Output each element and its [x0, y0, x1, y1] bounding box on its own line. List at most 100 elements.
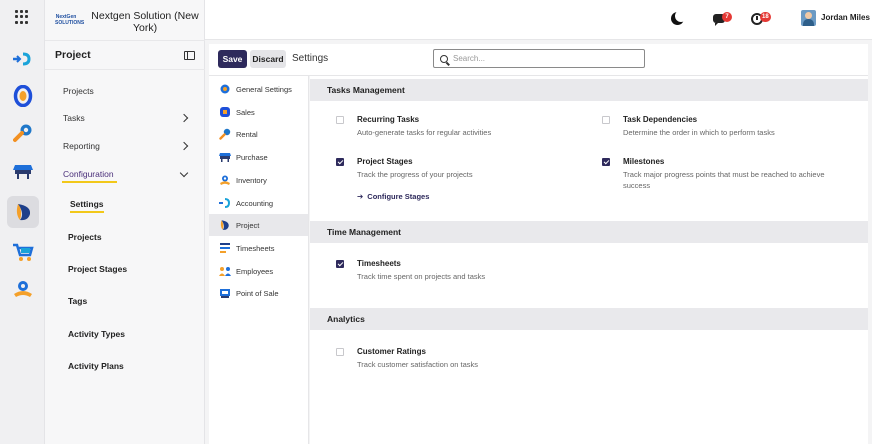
point-of-sale-icon — [218, 151, 231, 164]
breadcrumb: Settings — [292, 53, 329, 64]
setting-title: Project Stages — [357, 157, 413, 166]
rail-app-employees[interactable] — [7, 273, 39, 305]
sidebar-subitem-projects[interactable]: Projects — [68, 230, 102, 244]
task-dependencies-checkbox[interactable] — [602, 116, 610, 124]
setting-title: Milestones — [623, 157, 665, 166]
setting-description: Determine the order in which to perform … — [623, 128, 775, 137]
section-analytics: Analytics — [310, 308, 868, 330]
chevron-right-icon — [179, 141, 189, 151]
settings-app-label: Sales — [236, 107, 255, 117]
settings-app-label: General Settings — [236, 84, 292, 94]
setting-title: Timesheets — [357, 259, 401, 268]
sidebar-subitem-label: Project Stages — [68, 264, 128, 274]
settings-app-label: Point of Sale — [236, 288, 279, 298]
apps-menu-icon[interactable] — [15, 10, 29, 24]
accounting-icon — [13, 52, 31, 66]
settings-app-project[interactable]: Project — [209, 214, 308, 236]
company-logo: NextGen SOLUTIONS — [55, 14, 85, 26]
configure-stages-link[interactable]: ➔ Configure Stages — [357, 192, 429, 201]
accounting-icon — [218, 197, 231, 210]
settings-app-label: Rental — [236, 129, 258, 139]
search-icon — [440, 54, 448, 63]
settings-app-label: Employees — [236, 266, 274, 276]
sidebar: NextGen SOLUTIONS Nextgen Solution (New … — [45, 0, 205, 444]
settings-app-general-settings[interactable]: General Settings — [209, 78, 308, 100]
sidebar-item-label: Reporting — [63, 141, 100, 151]
sidebar-header: Project — [45, 40, 205, 70]
settings-app-point-of-sale[interactable]: Point of Sale — [209, 282, 308, 304]
setting-description: Auto-generate tasks for regular activiti… — [357, 128, 492, 137]
chevron-right-icon — [179, 113, 189, 123]
topbar: 7 18 Jordan Miles — [205, 0, 872, 40]
wrench-icon — [13, 124, 32, 142]
timesheets-checkbox[interactable] — [336, 260, 344, 268]
discard-button[interactable]: Discard — [250, 50, 286, 68]
rail-app-point-of-sale[interactable] — [7, 155, 39, 187]
rail-app-purchase[interactable] — [7, 236, 39, 268]
rail-app-timesheets[interactable] — [7, 80, 39, 112]
employees-icon — [14, 281, 32, 297]
company-name: Nextgen Solution (New York) — [91, 10, 199, 34]
wrench-icon — [218, 128, 231, 141]
user-name[interactable]: Jordan Miles — [821, 13, 870, 22]
sidebar-subitem-label: Projects — [68, 232, 102, 242]
project-stages-checkbox[interactable] — [336, 158, 344, 166]
setting-title: Task Dependencies — [623, 115, 698, 124]
recurring-tasks-checkbox[interactable] — [336, 116, 344, 124]
rail-app-project[interactable] — [7, 196, 39, 228]
settings-content: Tasks Management Recurring Tasks Auto-ge… — [310, 76, 868, 444]
sidebar-item-configuration[interactable]: Configuration — [45, 165, 205, 183]
configure-stages-label: Configure Stages — [367, 192, 430, 201]
rail-app-accounting[interactable] — [7, 43, 39, 75]
settings-app-purchase[interactable]: Purchase — [209, 146, 308, 168]
setting-description: Track the progress of your projects — [357, 170, 473, 179]
sidebar-item-reporting[interactable]: Reporting — [45, 137, 205, 155]
sidebar-item-tasks[interactable]: Tasks — [45, 109, 205, 127]
company-switcher[interactable]: NextGen SOLUTIONS Nextgen Solution (New … — [55, 10, 203, 34]
app-rail — [0, 0, 45, 444]
settings-app-label: Inventory — [236, 175, 267, 185]
settings-app-sales[interactable]: Sales — [209, 101, 308, 123]
avatar[interactable] — [801, 10, 816, 26]
sidebar-item-projects[interactable]: Projects — [45, 82, 205, 100]
app-window: NextGen SOLUTIONS Nextgen Solution (New … — [0, 0, 872, 444]
sidebar-subitem-settings[interactable]: Settings — [70, 197, 104, 213]
toggle-sidebar-icon[interactable] — [184, 50, 195, 60]
timesheets-icon — [13, 85, 33, 107]
sidebar-subitem-label: Tags — [68, 296, 88, 306]
activities-badge: 18 — [760, 12, 771, 22]
messages-badge: 7 — [722, 12, 732, 22]
employees-icon — [218, 265, 231, 278]
arrow-right-icon: ➔ — [357, 192, 364, 201]
setting-title: Customer Ratings — [357, 347, 426, 356]
settings-app-inventory[interactable]: Inventory — [209, 169, 308, 191]
section-time-management: Time Management — [310, 221, 868, 243]
sidebar-item-label: Tasks — [63, 113, 85, 123]
search-box[interactable] — [433, 49, 645, 68]
sidebar-subitem-project-stages[interactable]: Project Stages — [68, 262, 127, 276]
settings-app-rental[interactable]: Rental — [209, 123, 308, 145]
inventory-icon — [218, 174, 231, 187]
settings-app-label: Purchase — [236, 152, 268, 162]
search-input[interactable] — [453, 54, 633, 63]
customer-ratings-checkbox[interactable] — [336, 348, 344, 356]
settings-app-employees[interactable]: Employees — [209, 260, 308, 282]
sidebar-subitem-activity-types[interactable]: Activity Types — [68, 327, 125, 341]
sidebar-title: Project — [55, 49, 91, 61]
section-tasks-management: Tasks Management — [310, 79, 868, 101]
save-button[interactable]: Save — [218, 50, 247, 68]
settings-app-accounting[interactable]: Accounting — [209, 192, 308, 214]
settings-app-timesheets[interactable]: Timesheets — [209, 237, 308, 259]
general-settings-icon — [218, 83, 231, 96]
sidebar-subitem-tags[interactable]: Tags — [68, 294, 87, 308]
dark-mode-toggle-icon[interactable] — [671, 10, 687, 25]
point-of-sale-icon — [13, 165, 33, 179]
settings-app-label: Timesheets — [236, 243, 275, 253]
milestones-checkbox[interactable] — [602, 158, 610, 166]
settings-app-list: General Settings Sales Rental Purchase I… — [209, 76, 309, 444]
control-panel: Save Discard Settings — [209, 44, 868, 76]
rail-app-tools[interactable] — [7, 117, 39, 149]
sidebar-item-label: Projects — [63, 86, 94, 96]
sidebar-subitem-activity-plans[interactable]: Activity Plans — [68, 359, 124, 373]
sidebar-subitem-label: Settings — [70, 199, 104, 213]
